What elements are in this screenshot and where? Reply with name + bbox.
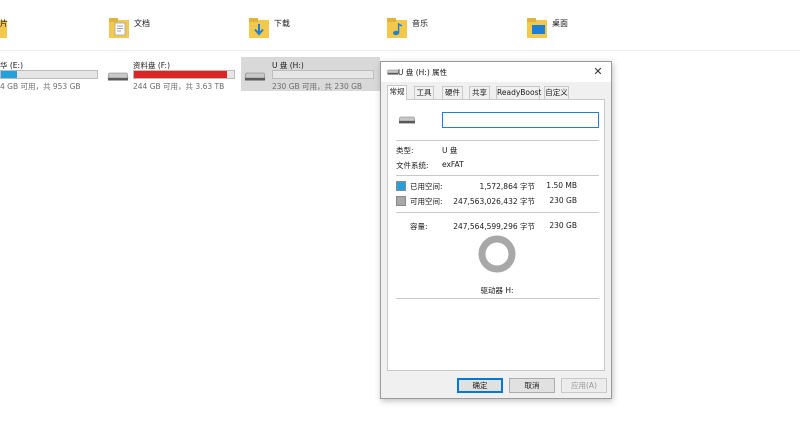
drive-properties-dialog: U 盘 (H:) 属性 ✕ 常规 工具 硬件 共享 ReadyBoost 自定义… [380,61,612,399]
capacity-size: 230 GB [549,221,577,230]
folder-documents[interactable]: 文档 [108,10,168,46]
type-value: U 盘 [442,146,458,155]
drive-usage-bar [133,70,235,79]
separator [396,298,599,299]
drive-f[interactable]: 资料盘 (F:) 244 GB 可用，共 3.63 TB [104,57,238,91]
folder-desktop[interactable]: 桌面 [526,10,586,46]
free-space-bytes: 247,563,026,432 字节 [453,197,535,206]
free-space-ring [478,235,516,273]
separator [396,140,599,141]
cancel-button[interactable]: 取消 [509,378,555,393]
filesystem-label: 文件系统: [396,161,429,170]
free-space-size: 230 GB [549,196,577,205]
header-divider [0,50,800,51]
drive-h[interactable]: U 盘 (H:) 230 GB 可用，共 230 GB [241,57,380,91]
tab-sharing[interactable]: 共享 [469,86,490,100]
tab-readyboost[interactable]: ReadyBoost [496,86,541,100]
dialog-titlebar[interactable]: U 盘 (H:) 属性 ✕ [381,62,611,82]
capacity-label: 容量: [410,222,428,231]
apply-button[interactable]: 应用(A) [561,378,607,393]
drive-usage-bar [272,70,374,79]
free-space-swatch [396,196,406,206]
used-space-swatch [396,181,406,191]
drive-size: 4 GB 可用，共 953 GB [0,82,81,91]
capacity-bytes: 247,564,599,296 字节 [453,222,535,231]
dialog-title: U 盘 (H:) 属性 [398,68,448,77]
drive-usage-bar [0,70,98,79]
documents-folder-icon [109,18,129,38]
used-space-label: 已用空间: [410,182,443,191]
filesystem-value: exFAT [442,160,464,169]
tab-tools[interactable]: 工具 [414,86,434,100]
folder-pictures[interactable]: 片 [0,10,46,46]
folder-label: 下载 [274,19,290,28]
drive-icon [398,116,416,124]
drive-size: 244 GB 可用，共 3.63 TB [133,82,225,91]
ok-button[interactable]: 确定 [457,378,503,393]
used-space-bytes: 1,572,864 字节 [479,182,535,191]
folder-label: 桌面 [552,19,568,28]
folder-downloads[interactable]: 下载 [248,10,308,46]
tab-customize[interactable]: 自定义 [544,86,569,100]
folder-label: 音乐 [412,19,428,28]
drive-usage-fill [134,71,227,78]
folder-label: 文档 [134,19,150,28]
drive-e[interactable]: 华 (E:) 4 GB 可用，共 953 GB [0,57,100,91]
disk-usage-donut [478,235,516,273]
drive-size: 230 GB 可用，共 230 GB [272,82,363,91]
drive-letter-label: 驱动器 H: [480,286,514,295]
tab-general[interactable]: 常规 [387,85,407,100]
music-folder-icon [387,18,407,38]
drive-name-input[interactable] [442,112,599,128]
used-space-size: 1.50 MB [546,181,577,190]
free-space-label: 可用空间: [410,197,443,206]
drive-usage-fill [1,71,18,78]
separator [396,212,599,213]
tab-hardware[interactable]: 硬件 [442,86,463,100]
downloads-folder-icon [249,18,269,38]
general-panel: 类型: U 盘 文件系统: exFAT 已用空间: 1,572,864 字节 1… [387,99,605,371]
desktop-folder-icon [527,18,547,38]
type-label: 类型: [396,146,414,155]
folder-music[interactable]: 音乐 [386,10,446,46]
separator [396,175,599,176]
folder-label: 片 [0,19,8,28]
drive-icon [244,72,266,81]
close-icon[interactable]: ✕ [591,65,605,79]
drive-icon [107,72,129,81]
